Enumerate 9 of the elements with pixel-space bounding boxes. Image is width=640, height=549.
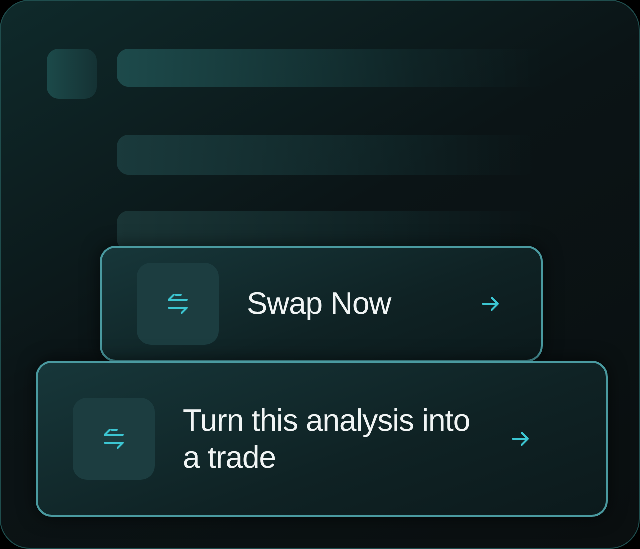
arrow-right-icon xyxy=(481,295,501,313)
card-label: Turn this analysis into a trade xyxy=(183,402,472,476)
swap-arrows-icon xyxy=(166,292,190,316)
action-card[interactable]: Turn this analysis into a trade xyxy=(36,361,608,517)
swap-arrows-icon xyxy=(102,427,126,451)
arrow-right-icon xyxy=(511,430,531,448)
skeleton-avatar xyxy=(47,49,97,99)
card-label: Swap Now xyxy=(247,285,393,323)
action-card[interactable]: Swap Now xyxy=(100,246,543,362)
